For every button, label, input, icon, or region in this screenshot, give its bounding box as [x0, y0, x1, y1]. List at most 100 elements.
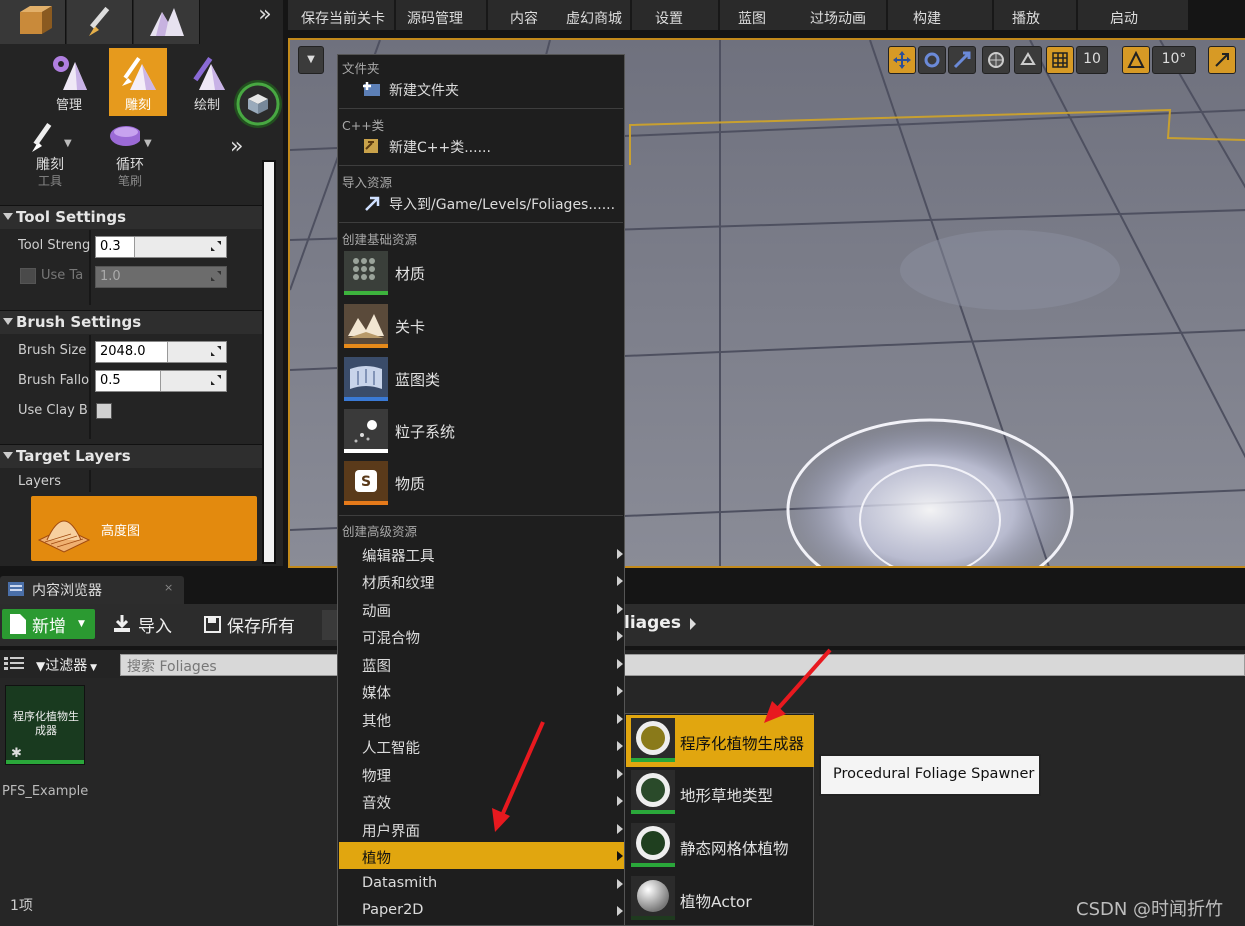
target-value-field[interactable]: 1.0 — [95, 266, 227, 288]
submenu-arrow-icon — [617, 659, 623, 669]
filters-button[interactable]: ▼过滤器 ▼ — [36, 655, 112, 675]
use-target-checkbox[interactable] — [20, 268, 36, 284]
marketplace-button[interactable]: 虚幻商城 — [558, 0, 630, 30]
rotate-tool-button[interactable] — [918, 46, 946, 74]
menu-miscellaneous[interactable]: 其他 — [339, 705, 625, 732]
content-button[interactable]: 内容 — [494, 0, 554, 30]
use-clay-checkbox[interactable] — [96, 403, 112, 419]
rotation-snap-value[interactable]: 10° — [1152, 46, 1196, 74]
path-arrow-icon[interactable] — [690, 618, 696, 630]
scale-snap-toggle[interactable] — [1208, 46, 1236, 74]
play-button[interactable]: 播放 — [996, 0, 1056, 30]
menu-user-interface[interactable]: 用户界面 — [339, 815, 625, 842]
submenu-static-mesh-foliage[interactable]: 静态网格体植物 — [626, 820, 814, 872]
brush-size-field[interactable]: 2048.0 — [95, 341, 227, 363]
tool-settings-header[interactable]: Tool Settings — [0, 205, 262, 229]
search-input[interactable]: 搜索 Foliages — [120, 654, 1245, 676]
layer-heightmap-item[interactable]: 高度图 — [31, 496, 257, 561]
menu-particle-system[interactable]: 粒子系统 — [342, 408, 622, 458]
brush-circle-button[interactable]: ▼ 循环 笔刷 — [100, 120, 170, 192]
save-level-button[interactable]: 保存当前关卡 — [293, 0, 393, 30]
landscape-mode-tab[interactable] — [134, 0, 200, 44]
world-local-toggle[interactable] — [982, 46, 1010, 74]
new-folder-icon — [363, 82, 380, 96]
menu-material[interactable]: 材质 — [342, 250, 622, 300]
menu-datasmith[interactable]: Datasmith — [339, 870, 625, 897]
tool-strength-field[interactable]: 0.3 — [95, 236, 227, 258]
use-target-label: Use Ta — [41, 268, 84, 283]
menu-level[interactable]: 关卡 — [342, 303, 622, 353]
history-back-button[interactable] — [322, 610, 338, 640]
translate-tool-button[interactable] — [888, 46, 916, 74]
mode-manage-button[interactable]: 管理 — [40, 48, 98, 116]
menu-animation[interactable]: 动画 — [339, 595, 625, 622]
more-tools-icon[interactable]: » — [230, 134, 243, 159]
grid-snap-toggle[interactable] — [1046, 46, 1074, 74]
mode-sculpt-button[interactable]: 雕刻 — [109, 48, 167, 116]
asset-tile-pfs-example[interactable]: 程序化植物生成器 ✱ — [5, 685, 85, 765]
menu-sounds[interactable]: 音效 — [339, 787, 625, 814]
menu-media[interactable]: 媒体 — [339, 677, 625, 704]
launch-button[interactable]: 启动 — [1094, 0, 1154, 30]
panel-scrollbar-thumb[interactable] — [264, 162, 274, 562]
close-tab-icon[interactable]: × — [164, 581, 173, 594]
grid-icon — [1052, 52, 1068, 68]
column-divider[interactable] — [89, 470, 91, 492]
submenu-foliage-actor[interactable]: 植物Actor — [626, 873, 814, 925]
grid-snap-value[interactable]: 10 — [1076, 46, 1108, 74]
menu-new-folder[interactable]: 新建文件夹 — [362, 79, 622, 101]
menu-blueprints[interactable]: 蓝图 — [339, 650, 625, 677]
paint-brush-icon — [193, 57, 225, 90]
menu-blendables[interactable]: 可混合物 — [339, 622, 625, 649]
surface-snap-button[interactable] — [1014, 46, 1042, 74]
menu-editor-utilities[interactable]: 编辑器工具 — [339, 540, 625, 567]
path-segment-foliages[interactable]: liages — [624, 613, 681, 633]
basic-assets-section-header: 创建基础资源 — [342, 232, 418, 247]
cube-icon — [234, 80, 282, 128]
brush-falloff-field[interactable]: 0.5 — [95, 370, 227, 392]
scale-tool-button[interactable] — [948, 46, 976, 74]
menu-foliage[interactable]: 植物 — [339, 842, 625, 869]
cinematics-button[interactable]: 过场动画 — [798, 0, 878, 30]
viewport-options-button[interactable]: ▼ — [298, 46, 324, 74]
add-new-button[interactable]: 新增 ▼ — [2, 609, 95, 639]
tool-sculpt-button[interactable]: ▼ 雕刻 工具 — [20, 120, 90, 192]
settings-button[interactable]: 设置 — [638, 0, 700, 30]
submenu-landscape-grass-type[interactable]: 地形草地类型 — [626, 767, 814, 819]
import-button[interactable]: 导入 — [113, 612, 183, 638]
menu-new-cpp-class[interactable]: 新建C++类...... — [362, 136, 622, 158]
menu-blueprint-class[interactable]: 蓝图类 — [342, 356, 622, 406]
menu-materials-textures[interactable]: 材质和纹理 — [339, 567, 625, 594]
foliage-actor-icon — [631, 876, 675, 920]
extra-mode-button[interactable] — [232, 74, 284, 134]
content-browser-tab[interactable]: 内容浏览器 × — [0, 576, 184, 604]
build-button[interactable]: 构建 — [896, 0, 958, 30]
menu-artificial-intelligence[interactable]: 人工智能 — [339, 732, 625, 759]
sources-toggle-icon[interactable] — [4, 656, 24, 672]
brush-settings-header[interactable]: Brush Settings — [0, 310, 262, 334]
target-layers-header[interactable]: Target Layers — [0, 444, 262, 468]
more-modes-icon[interactable]: » — [250, 2, 280, 30]
menu-divider — [339, 108, 623, 109]
menu-physics[interactable]: 物理 — [339, 760, 625, 787]
menu-substance[interactable]: S 物质 — [342, 460, 622, 510]
save-all-button[interactable]: 保存所有 — [204, 612, 314, 638]
chevron-down-icon: ▼ — [64, 138, 72, 149]
place-mode-tab[interactable] — [0, 0, 66, 44]
surface-snap-icon — [1020, 52, 1036, 65]
toolbar-divider — [886, 0, 888, 30]
tooltip: Procedural Foliage Spawner — [819, 754, 1041, 796]
menu-paper2d[interactable]: Paper2D — [339, 897, 625, 924]
submenu-arrow-icon — [617, 714, 623, 724]
rotation-snap-toggle[interactable] — [1122, 46, 1150, 74]
asterisk-icon: ✱ — [11, 746, 22, 761]
submenu-arrow-icon — [617, 824, 623, 834]
submenu-procedural-foliage-spawner[interactable]: 程序化植物生成器 — [626, 715, 814, 767]
source-control-button[interactable]: 源码管理 — [396, 0, 474, 30]
paint-mode-tab[interactable] — [67, 0, 133, 44]
brush-falloff-label: Brush Fallo — [18, 373, 90, 388]
blueprints-button[interactable]: 蓝图 — [722, 0, 782, 30]
menu-import-to[interactable]: 导入到/Game/Levels/Foliages...... — [362, 193, 622, 215]
layers-label: Layers — [18, 474, 62, 489]
mode-paint-button[interactable]: 绘制 — [178, 48, 236, 116]
